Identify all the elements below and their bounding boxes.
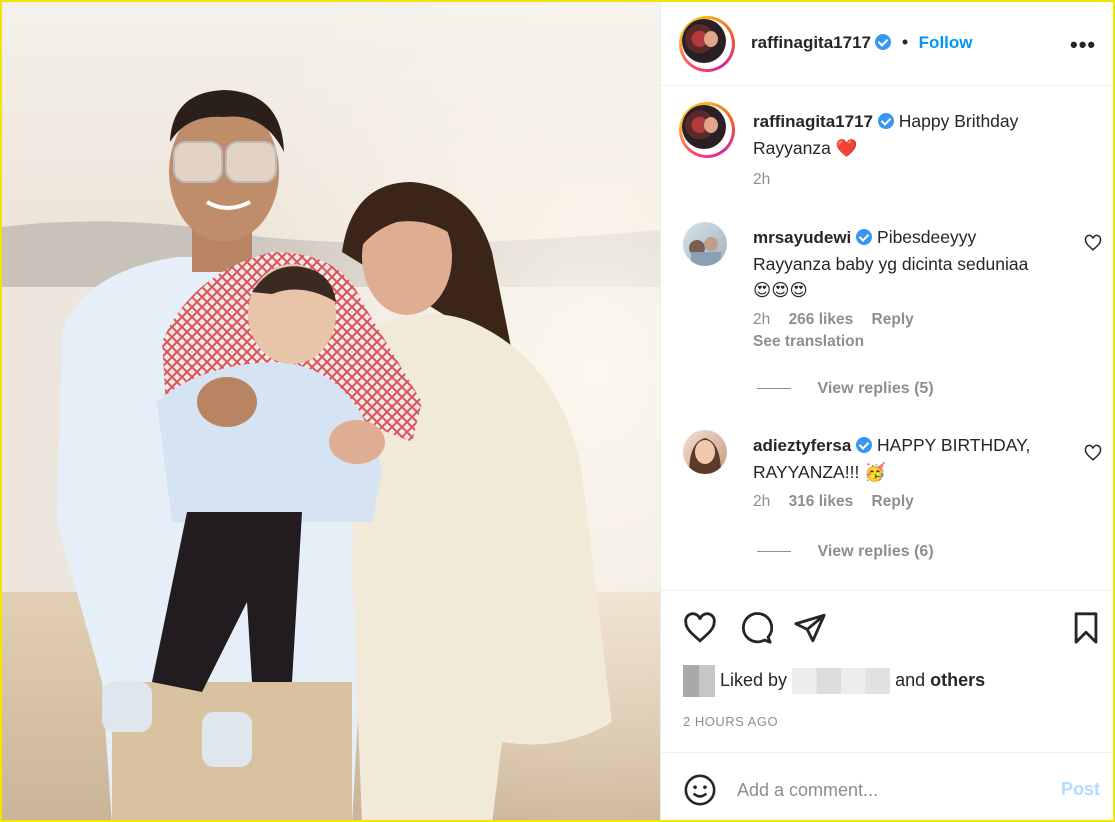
- comment-meta: 2h 316 likes Reply: [753, 493, 1073, 511]
- reply-button[interactable]: Reply: [872, 493, 914, 510]
- comment-likes[interactable]: 266 likes: [789, 311, 854, 328]
- view-replies-button[interactable]: View replies (6): [757, 543, 934, 561]
- comment-likes[interactable]: 316 likes: [789, 493, 854, 510]
- commenter-avatar[interactable]: [683, 430, 727, 474]
- see-translation-link[interactable]: See translation: [753, 333, 864, 350]
- author-avatar-image: [682, 19, 726, 63]
- comment-username[interactable]: mrsayudewi: [753, 228, 851, 247]
- comment-username[interactable]: adieztyfersa: [753, 436, 851, 455]
- follow-button[interactable]: Follow: [919, 33, 973, 52]
- bookmark-icon[interactable]: [1069, 611, 1103, 645]
- post-header: raffinagita1717 • Follow •••: [661, 2, 1113, 86]
- comment-meta: 2h 266 likes Reply: [753, 311, 1073, 329]
- others-link[interactable]: others: [930, 670, 985, 690]
- liked-by-label: Liked by: [720, 669, 788, 690]
- liker-username-blurred[interactable]: [792, 668, 891, 694]
- commenter-avatar-image: [689, 237, 721, 266]
- comment-time[interactable]: 2h: [753, 493, 770, 510]
- comment-like-heart-icon[interactable]: [1084, 234, 1102, 252]
- paper-plane-icon[interactable]: [793, 611, 827, 645]
- reply-button[interactable]: Reply: [872, 311, 914, 328]
- comment-bubble-icon[interactable]: [739, 611, 773, 645]
- comment-like-heart-icon[interactable]: [1084, 444, 1102, 462]
- commenter-avatar-image: [689, 438, 721, 474]
- post-photo[interactable]: [2, 2, 660, 820]
- author-username[interactable]: raffinagita1717: [751, 33, 871, 52]
- caption-author-avatar[interactable]: [679, 102, 735, 158]
- author-avatar[interactable]: [679, 16, 735, 72]
- replies-divider-line: [757, 388, 791, 390]
- commenter-avatar[interactable]: [683, 222, 727, 266]
- smiley-icon[interactable]: [683, 773, 717, 807]
- post-details-panel: raffinagita1717 • Follow ••• raffinagita…: [660, 2, 1113, 820]
- caption-time[interactable]: 2h: [753, 171, 1083, 189]
- caption-username[interactable]: raffinagita1717: [753, 112, 873, 131]
- verified-badge-icon: [875, 34, 892, 50]
- comment-text: HAPPY BIRTHDAY,: [877, 435, 1031, 455]
- more-options-icon[interactable]: •••: [1070, 32, 1095, 57]
- comment-time[interactable]: 2h: [753, 311, 770, 328]
- view-replies-label: View replies (5): [817, 380, 934, 397]
- comment-text-line2: RAYYANZA!!! 🥳: [753, 462, 886, 482]
- caption-text: Happy Brithday: [898, 111, 1019, 131]
- separator-dot: •: [901, 32, 909, 52]
- view-replies-label: View replies (6): [817, 543, 934, 560]
- replies-divider-line: [757, 551, 791, 553]
- comment-text: Pibesdeeyyy: [877, 227, 977, 247]
- verified-badge-icon: [856, 437, 873, 453]
- post-viewer: raffinagita1717 • Follow ••• raffinagita…: [0, 0, 1115, 822]
- liked-by-and: and: [895, 669, 926, 690]
- post-comment-button[interactable]: Post: [1061, 779, 1100, 800]
- comment-text-line2: Rayyanza baby yg dicinta seduniaa: [753, 254, 1029, 274]
- heart-emoji: ❤️: [835, 138, 858, 158]
- heart-icon[interactable]: [683, 611, 717, 645]
- comment-composer: Post: [661, 752, 1113, 820]
- comment-content: adieztyfersa HAPPY BIRTHDAY, RAYYANZA!!!…: [753, 432, 1073, 511]
- post-time-ago[interactable]: 2 HOURS AGO: [683, 714, 778, 729]
- verified-badge-icon: [856, 229, 873, 245]
- post-actions: Liked by and others 2 HOURS AGO: [661, 590, 1113, 740]
- view-replies-button[interactable]: View replies (5): [757, 380, 934, 398]
- comment-input[interactable]: [737, 775, 1037, 805]
- verified-badge-icon: [877, 113, 894, 129]
- caption-content: raffinagita1717 Happy Brithday Rayyanza …: [753, 108, 1083, 189]
- comment-content: mrsayudewi Pibesdeeyyy Rayyanza baby yg …: [753, 224, 1073, 351]
- comment-emojis: 😍😍😍: [753, 280, 808, 300]
- family-photo-illustration: [2, 2, 660, 820]
- liked-by-row: Liked by and others: [683, 665, 985, 697]
- liker-avatar[interactable]: [683, 665, 715, 697]
- header-author-row: raffinagita1717 • Follow: [751, 32, 973, 53]
- caption-text-line2: Rayyanza: [753, 138, 831, 158]
